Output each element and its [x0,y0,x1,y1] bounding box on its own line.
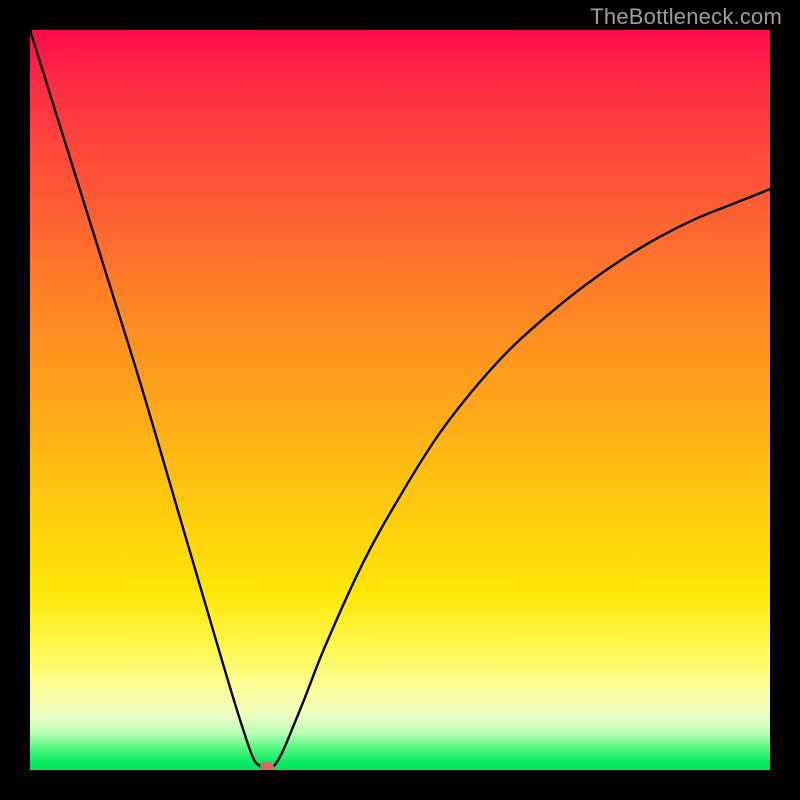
optimal-point-marker [260,762,274,771]
watermark-text: TheBottleneck.com [590,4,782,30]
bottleneck-curve [30,30,770,770]
plot-area [30,30,770,770]
chart-frame: TheBottleneck.com [0,0,800,800]
